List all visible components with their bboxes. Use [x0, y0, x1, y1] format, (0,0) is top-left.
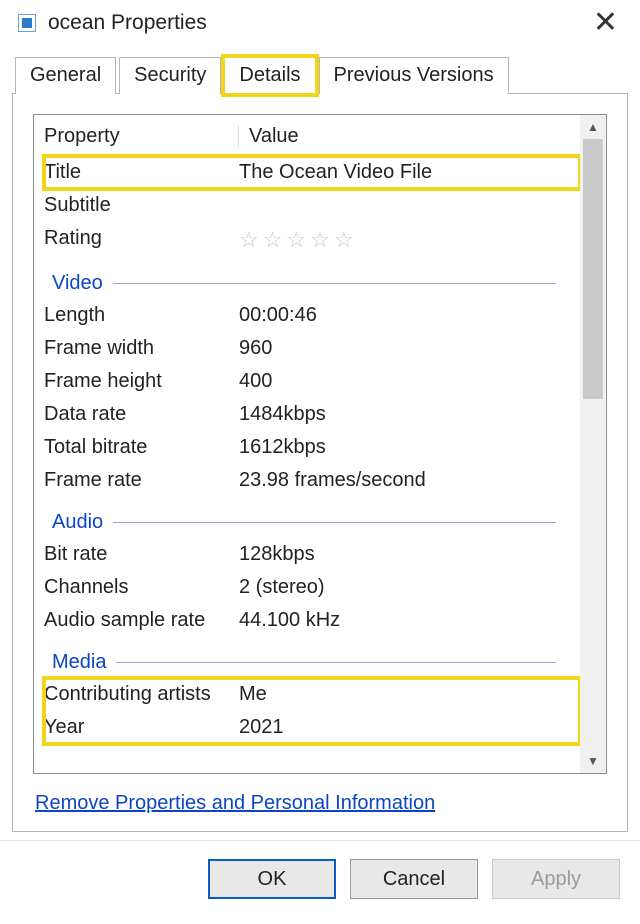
tab-previous-versions[interactable]: Previous Versions [319, 57, 509, 94]
tab-panel: Property Value Title The Ocean Video Fil… [12, 94, 628, 832]
prop-value: 23.98 frames/second [239, 469, 580, 492]
close-button[interactable]: ✕ [583, 8, 628, 38]
prop-value: 1612kbps [239, 436, 580, 459]
group-label: Video [52, 272, 103, 295]
prop-value: 1484kbps [239, 403, 580, 426]
titlebar: ocean Properties ✕ [0, 0, 640, 46]
prop-label: Audio sample rate [44, 609, 239, 632]
scrollbar[interactable]: ▲ ▼ [580, 115, 606, 773]
row-total-bitrate[interactable]: Total bitrate 1612kbps [44, 431, 580, 464]
prop-label: Rating [44, 227, 239, 253]
header-property[interactable]: Property [44, 125, 239, 148]
prop-value: 128kbps [239, 543, 580, 566]
scroll-up-icon[interactable]: ▲ [580, 115, 606, 139]
group-label: Audio [52, 511, 103, 534]
prop-value: 2 (stereo) [239, 576, 580, 599]
tab-security[interactable]: Security [119, 57, 221, 94]
scroll-down-icon[interactable]: ▼ [580, 749, 606, 773]
scroll-thumb[interactable] [583, 139, 603, 399]
divider [113, 522, 556, 523]
prop-value[interactable]: 2021 [239, 716, 580, 739]
prop-value[interactable]: Me [239, 683, 580, 706]
row-bit-rate[interactable]: Bit rate 128kbps [44, 538, 580, 571]
prop-value: 960 [239, 337, 580, 360]
group-media: Media [44, 637, 580, 678]
group-label: Media [52, 651, 106, 674]
rating-stars[interactable]: ☆☆☆☆☆ [239, 227, 580, 253]
prop-value: 400 [239, 370, 580, 393]
column-headers[interactable]: Property Value [44, 119, 580, 156]
prop-label: Bit rate [44, 543, 239, 566]
prop-label: Frame height [44, 370, 239, 393]
row-length[interactable]: Length 00:00:46 [44, 299, 580, 332]
prop-label: Contributing artists [44, 683, 239, 706]
row-title[interactable]: Title The Ocean Video File [44, 156, 580, 189]
prop-label: Year [44, 716, 239, 739]
row-rating[interactable]: Rating ☆☆☆☆☆ [44, 222, 580, 258]
apply-button[interactable]: Apply [492, 859, 620, 899]
tab-strip: General Security Details Previous Versio… [12, 56, 628, 94]
prop-label: Channels [44, 576, 239, 599]
prop-value: 44.100 kHz [239, 609, 580, 632]
row-frame-rate[interactable]: Frame rate 23.98 frames/second [44, 464, 580, 497]
property-list[interactable]: Property Value Title The Ocean Video Fil… [34, 115, 580, 773]
prop-label: Length [44, 304, 239, 327]
window-title: ocean Properties [48, 11, 583, 35]
divider [113, 283, 556, 284]
prop-label: Total bitrate [44, 436, 239, 459]
group-video: Video [44, 258, 580, 299]
prop-label: Subtitle [44, 194, 239, 217]
prop-label: Data rate [44, 403, 239, 426]
remove-properties-link[interactable]: Remove Properties and Personal Informati… [33, 774, 435, 815]
row-frame-width[interactable]: Frame width 960 [44, 332, 580, 365]
tab-general[interactable]: General [15, 57, 116, 94]
prop-value: 00:00:46 [239, 304, 580, 327]
header-value[interactable]: Value [249, 125, 580, 148]
row-subtitle[interactable]: Subtitle [44, 189, 580, 222]
row-sample-rate[interactable]: Audio sample rate 44.100 kHz [44, 604, 580, 637]
row-channels[interactable]: Channels 2 (stereo) [44, 571, 580, 604]
prop-value[interactable]: The Ocean Video File [239, 161, 580, 184]
row-data-rate[interactable]: Data rate 1484kbps [44, 398, 580, 431]
row-year[interactable]: Year 2021 [44, 711, 580, 744]
details-list-box: Property Value Title The Ocean Video Fil… [33, 114, 607, 774]
prop-label: Title [44, 161, 239, 184]
cancel-button[interactable]: Cancel [350, 859, 478, 899]
tab-details[interactable]: Details [224, 57, 315, 94]
prop-label: Frame rate [44, 469, 239, 492]
highlighted-media-rows: Contributing artists Me Year 2021 [44, 678, 580, 744]
dialog-button-bar: OK Cancel Apply [0, 840, 640, 915]
prop-label: Frame width [44, 337, 239, 360]
ok-button[interactable]: OK [208, 859, 336, 899]
prop-value[interactable] [239, 194, 580, 217]
group-audio: Audio [44, 497, 580, 538]
row-contributing-artists[interactable]: Contributing artists Me [44, 678, 580, 711]
row-frame-height[interactable]: Frame height 400 [44, 365, 580, 398]
divider [116, 662, 556, 663]
file-type-icon [18, 14, 36, 32]
scroll-track[interactable] [580, 139, 606, 749]
